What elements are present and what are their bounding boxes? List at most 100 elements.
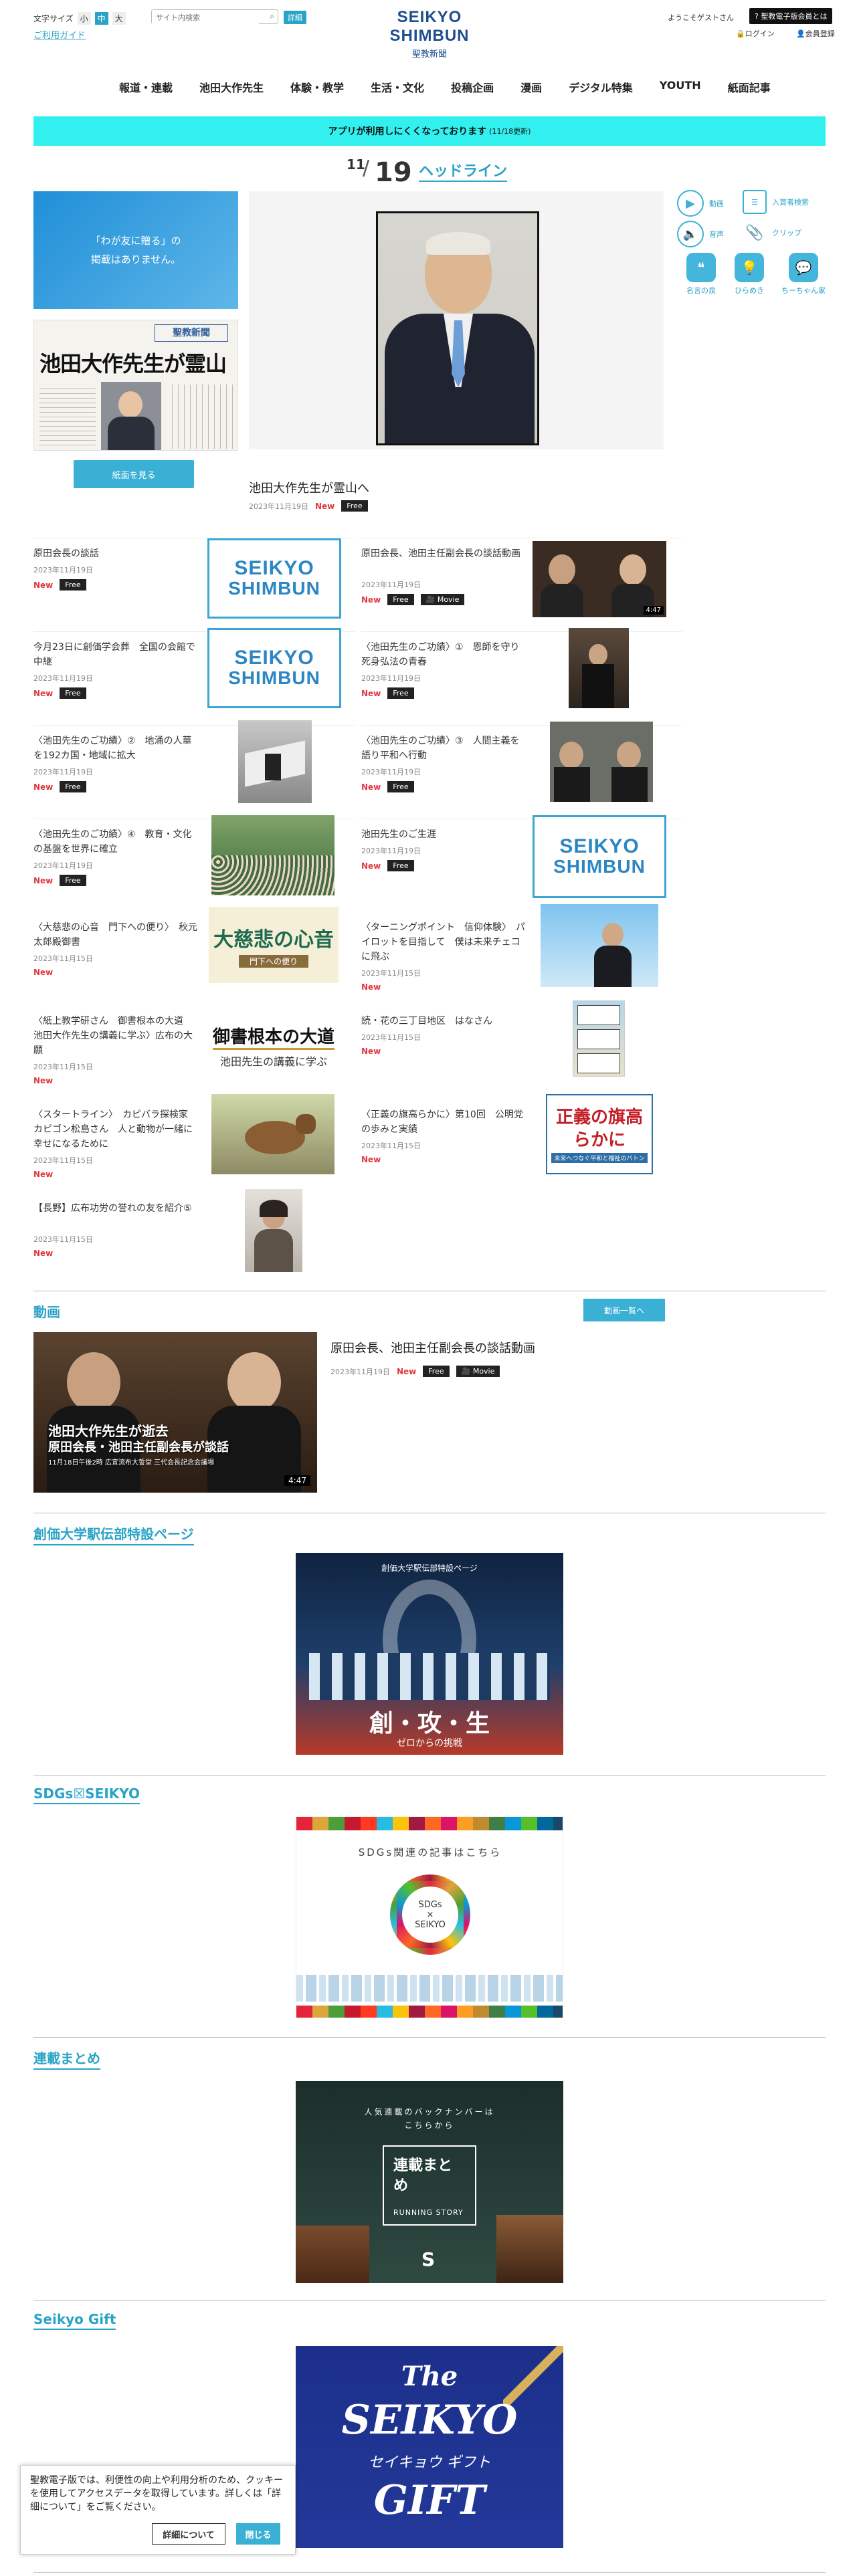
login-link[interactable]: 🔒ログイン (736, 28, 775, 39)
paper-photo (101, 382, 161, 450)
new-badge: New (361, 1047, 381, 1056)
cookie-close-button[interactable]: 閉じる (236, 2523, 280, 2545)
crowd-photo-thumb (211, 815, 335, 895)
gosho-banner-thumb: 御書根本の大道 池田先生の講義に学ぶ (209, 1019, 339, 1073)
main-article[interactable]: 池田大作先生が霊山へ 2023年11月19日 New Free (249, 479, 583, 512)
nav-paper[interactable]: 紙面記事 (728, 79, 771, 95)
sdgs-banner[interactable]: SDGs関連の記事はこちら SDGs × SEIKYO (296, 1816, 563, 2018)
rensai-banner-top: 人気連載のバックナンバーは こちらから (364, 2107, 495, 2130)
side-tool-search-winners[interactable]: ☰ 入賞者検索 (743, 190, 809, 214)
side-tool-quotes[interactable]: ❝ 名言の泉 (686, 253, 716, 296)
cookie-details-button[interactable]: 詳細について (152, 2523, 225, 2545)
article-item[interactable]: 今月23日に創価学会葬 全国の会館で中継 2023年11月19日 New Free … (33, 628, 355, 725)
article-item[interactable]: 原田会長、池田主任副会長の談話動画 2023年11月19日 New Free 🎥 Mo… (361, 538, 682, 631)
side-tool-label: 音声 (709, 230, 724, 239)
cookie-banner: 聖教電子版では、利便性の向上や利用分析のため、クッキーを使用してアクセスデータを… (20, 2465, 296, 2555)
side-tool-clip[interactable]: 📎 クリップ (743, 221, 801, 245)
nav-experience[interactable]: 体験・教学 (290, 79, 344, 95)
new-badge: New (33, 1249, 54, 1258)
new-badge: New (315, 501, 335, 511)
free-badge: Free (60, 579, 86, 591)
font-size-large[interactable]: 大 (112, 12, 126, 25)
article-item[interactable]: 【長野】広布功労の誉れの友を紹介⑤ 2023年11月15日 New (33, 1189, 355, 1287)
nav-news[interactable]: 報道・連載 (119, 79, 173, 95)
sdgs-banner-text: SDGs関連の記事はこちら (358, 1846, 502, 1858)
gift-banner[interactable]: The SEIKYO セイキョウ ギフト GIFT (296, 2346, 563, 2548)
article-item[interactable]: 〈池田先生のご功績〉③ 人間主義を語り平和へ行動 2023年11月19日 New F… (361, 722, 682, 819)
movie-badge: 🎥 Movie (420, 594, 465, 605)
featured-video-info[interactable]: 原田会長、池田主任副会長の談話動画 2023年11月19日 New Free 🎥 Mo… (330, 1339, 665, 1377)
article-title: 〈大慈悲の心音 門下への便り〉 秋元太郎殿御書 (33, 922, 197, 948)
main-article-title: 池田大作先生が霊山へ (249, 481, 369, 496)
article-title: 池田先生のご生涯 (361, 829, 436, 840)
headline-day: 19 (375, 157, 412, 188)
featured-video-thumbnail[interactable]: 池田大作先生が逝去 原田会長・池田主任副会長が談話 11月18日午後2時 広宣流… (33, 1332, 317, 1493)
new-badge: New (33, 688, 54, 698)
side-tool-chichan[interactable]: 💬 ちーちゃん家 (781, 253, 826, 296)
nav-ikeda[interactable]: 池田大作先生 (199, 79, 264, 95)
nav-contribution[interactable]: 投稿企画 (451, 79, 494, 95)
article-item[interactable]: 〈大慈悲の心音 門下への便り〉 秋元太郎殿御書 2023年11月15日 New 大… (33, 907, 355, 1006)
video-date: 2023年11月19日 (330, 1367, 390, 1376)
advanced-search-button[interactable]: 詳細 (284, 11, 306, 24)
article-title: 【長野】広布功労の誉れの友を紹介⑤ (33, 1203, 192, 1214)
article-date: 2023年11月19日 (33, 674, 93, 683)
newspaper-thumbnail[interactable]: 聖教新聞 池田大作先生が霊山へ (33, 320, 238, 451)
user-icon: 👤 (796, 29, 805, 38)
side-tool-idea[interactable]: 💡 ひらめき (735, 253, 764, 296)
register-label: 会員登録 (805, 29, 835, 38)
article-date: 2023年11月15日 (361, 1033, 421, 1042)
article-title: 続・花の三丁目地区 はなさん (361, 1016, 492, 1027)
side-tool-audio[interactable]: 🔈 音声 (677, 221, 724, 247)
nav-youth[interactable]: YOUTH (660, 79, 701, 95)
list-icon: ☰ (743, 190, 767, 214)
nav-manga[interactable]: 漫画 (520, 79, 542, 95)
font-size-medium[interactable]: 中 (94, 12, 108, 25)
cookie-text: 聖教電子版では、利便性の向上や利用分析のため、クッキーを使用してアクセスデータを… (30, 2475, 283, 2512)
article-date: 2023年11月15日 (361, 1142, 421, 1150)
article-item[interactable]: 〈池田先生のご功績〉① 恩師を守り死身弘法の青春 2023年11月19日 New F… (361, 628, 682, 725)
article-item[interactable]: 〈スタートライン〉 カピバラ探検家 カピゴン松島さん 人と動物が一緒に幸せになる… (33, 1094, 355, 1193)
rensai-banner[interactable]: 人気連載のバックナンバーは こちらから 連載まとめ RUNNING STORY … (296, 2081, 563, 2283)
article-date: 2023年11月19日 (33, 566, 93, 574)
quote-icon: ❝ (686, 253, 716, 282)
alert-bar[interactable]: アプリが利用しにくくなっております (11/18更新) (33, 116, 826, 146)
side-tool-label: 入賞者検索 (772, 198, 809, 207)
ekiden-banner[interactable]: 創価大学駅伝部特設ページ 創・攻・生 ゼロからの挑戦 (296, 1553, 563, 1755)
new-badge: New (33, 1170, 54, 1179)
seigi-banner-thumb: 正義の旗高らかに 未来へつなぐ平和と福祉のバトン (546, 1094, 653, 1174)
notice-banner: 「わが友に贈る」の 掲載はありません。 (33, 191, 238, 309)
ekiden-heading: 創価大学駅伝部特設ページ (33, 1523, 194, 1545)
article-item[interactable]: 〈池田先生のご功績〉④ 教育・文化の基盤を世界に確立 2023年11月19日 Ne… (33, 815, 355, 912)
article-item[interactable]: 原田会長の談話 2023年11月19日 New Free SEIKYO SHIMBUN (33, 538, 355, 631)
chat-icon: 💬 (789, 253, 818, 282)
article-item[interactable]: 〈ターニングポイント 信仰体験〉 パイロットを目指して 僕は未来チェコに飛ぶ 2… (361, 904, 682, 1006)
main-nav: 報道・連載 池田大作先生 体験・教学 生活・文化 投稿企画 漫画 デジタル特集 … (119, 79, 771, 95)
welcome-text: ようこそゲストさん (668, 13, 734, 22)
video-list-button[interactable]: 動画一覧へ (583, 1299, 665, 1321)
article-item[interactable]: 〈紙上教学研さん 御書根本の大道 池田大作先生の講義に学ぶ〉広布の大願 2023… (33, 1006, 355, 1099)
side-tool-video[interactable]: ▶ 動画 (677, 190, 724, 217)
free-badge: Free (60, 781, 86, 792)
usage-guide-link[interactable]: ご利用ガイド (33, 28, 86, 41)
search-input[interactable] (152, 11, 259, 25)
clip-icon: 📎 (745, 224, 764, 241)
main-photo-frame[interactable] (249, 191, 664, 449)
jihi-banner-thumb: 大慈悲の心音 門下への便り (209, 907, 339, 983)
article-item[interactable]: 池田先生のご生涯 2023年11月19日 New Free SEIKYO SHIMBU… (361, 815, 682, 912)
search-box[interactable]: ⌕ (151, 9, 278, 25)
nav-life[interactable]: 生活・文化 (371, 79, 424, 95)
search-icon[interactable]: ⌕ (270, 11, 274, 21)
about-membership-button[interactable]: ? 聖教電子版会員とは (749, 8, 833, 24)
seikyo-logo-thumb: SEIKYO SHIMBUN (207, 538, 341, 619)
nav-digital[interactable]: デジタル特集 (569, 79, 633, 95)
article-item[interactable]: 〈正義の旗高らかに〉第10回 公明党の歩みと実績 2023年11月15日 New … (361, 1094, 682, 1193)
font-size-small[interactable]: 小 (77, 12, 91, 25)
article-item[interactable]: 〈池田先生のご功績〉② 地涌の人華を192カ国・地域に拡大 2023年11月19… (33, 720, 355, 819)
airport-photo-thumb (238, 720, 312, 803)
register-link[interactable]: 👤会員登録 (796, 28, 835, 39)
site-logo[interactable]: SEIKYO SHIMBUN 聖教新聞 (363, 8, 496, 60)
logo-sub: 聖教新聞 (411, 49, 447, 60)
article-item[interactable]: 続・花の三丁目地区 はなさん 2023年11月15日 New (361, 1000, 682, 1099)
view-paper-button[interactable]: 紙面を見る (74, 460, 194, 488)
